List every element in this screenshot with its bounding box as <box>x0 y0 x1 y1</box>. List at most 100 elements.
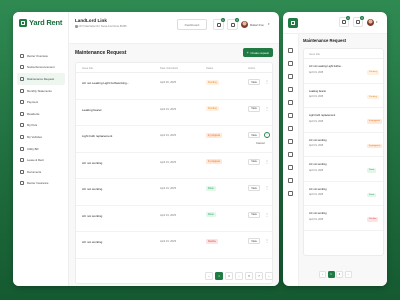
wrench-icon[interactable] <box>288 74 293 79</box>
notification-badge: 1 <box>346 16 350 20</box>
view-button[interactable]: View <box>248 105 260 112</box>
requests-table: Issue title Date Submitted Status Action… <box>75 62 273 284</box>
view-button[interactable]: View <box>248 158 260 165</box>
view-button[interactable]: View <box>248 238 260 244</box>
page-button[interactable]: 1 <box>215 272 223 280</box>
document-icon[interactable] <box>288 165 293 170</box>
calendar-icon[interactable] <box>288 87 293 92</box>
col-issue-title: Issue title <box>82 66 93 70</box>
page-button[interactable]: 1 <box>327 271 335 278</box>
card-icon[interactable] <box>288 100 293 105</box>
folder-icon[interactable] <box>288 178 293 183</box>
dashboard-button[interactable]: Dashboard <box>177 19 207 30</box>
issue-title[interactable]: AC not Leaking Light bulbw... <box>309 65 343 68</box>
sidebar-item-my-vehicles[interactable]: My Vehicles <box>17 131 65 143</box>
page-button[interactable]: 2 <box>225 272 233 280</box>
date-submitted: April 19, 2025 <box>160 240 177 243</box>
issue-title[interactable]: Light bulb replacement <box>82 134 112 138</box>
issue-title[interactable]: AC not working <box>82 161 102 165</box>
more-options-icon[interactable]: ⋮ <box>264 238 270 244</box>
sidebar-item-monthly-statements[interactable]: Monthly Statements <box>17 85 65 97</box>
bell-button[interactable]: 1 <box>213 18 225 30</box>
more-options-icon[interactable]: ⋮ <box>264 212 270 218</box>
date-submitted: April 19, 2025 <box>309 194 324 196</box>
issue-title[interactable]: Leaking faucet <box>309 90 326 93</box>
date-submitted: April 19, 2025 <box>309 71 324 74</box>
issue-title[interactable]: AC not Leaking Light bulbworking... <box>82 81 129 85</box>
page-button[interactable]: › <box>265 272 273 280</box>
sidebar-item-residents[interactable]: Residents <box>17 108 65 120</box>
paw-icon <box>20 123 24 128</box>
brand[interactable]: Yard Rent <box>19 18 62 27</box>
sidebar: Yard Rent Renter Overview Notice/Announce… <box>13 12 69 286</box>
sidebar-item-renter-overview[interactable]: Renter Overview <box>17 50 65 62</box>
building-icon <box>19 18 27 27</box>
table-header: Issue title Date Submitted Status Action <box>76 63 272 73</box>
user-name[interactable]: Robert Fox <box>250 23 264 27</box>
sidebar-item-label: Residents <box>27 111 40 116</box>
bell-icon <box>216 22 221 27</box>
issue-title[interactable]: Leaking faucet <box>82 108 102 112</box>
paw-icon[interactable] <box>288 126 293 131</box>
chevron-down-icon[interactable]: ▾ <box>268 22 270 26</box>
page-button[interactable]: 7 <box>255 272 263 280</box>
more-options-icon[interactable]: ⋮ <box>264 185 270 191</box>
avatar[interactable] <box>241 21 248 28</box>
date-submitted: April 19, 2025 <box>309 169 324 172</box>
tablet-message-button[interactable]: 3 <box>353 16 364 27</box>
issue-title[interactable]: AC not working <box>82 187 102 191</box>
sidebar-item-maintenance-request[interactable]: Maintenance Request <box>17 73 65 85</box>
page-button[interactable]: ‹ <box>319 271 326 278</box>
sidebar-item-label: Lease & Rent <box>27 158 44 163</box>
issue-title[interactable]: Light bulb replacement <box>309 114 335 117</box>
status-badge: Pending <box>206 106 219 111</box>
car-icon[interactable] <box>288 139 293 144</box>
view-button[interactable]: View <box>248 211 260 218</box>
shield-icon[interactable] <box>288 191 293 196</box>
issue-title[interactable]: AC not working <box>309 188 327 191</box>
tablet-bell-button[interactable]: 1 <box>339 16 350 27</box>
view-button[interactable]: View <box>248 132 260 138</box>
sidebar-item-my-pets[interactable]: My Pets <box>17 120 65 132</box>
building-icon[interactable] <box>288 18 298 28</box>
chevron-down-icon[interactable]: ▾ <box>376 20 378 24</box>
message-icon <box>356 20 360 24</box>
page-button[interactable]: › <box>344 271 352 278</box>
address: 2472 Manhattan Rd, Santa Ana Illinois 85… <box>75 25 126 28</box>
sidebar-item-label: Maintenance Request <box>27 76 55 81</box>
page-button[interactable]: ‹ <box>205 272 213 280</box>
sidebar-item-utility-bill[interactable]: Utility Bill <box>17 143 65 155</box>
view-button[interactable]: View <box>248 79 260 85</box>
plus-icon: + <box>246 50 249 55</box>
issue-title[interactable]: AC not working <box>82 214 102 218</box>
more-options-icon[interactable]: ⋮ <box>264 132 270 138</box>
page-button[interactable]: ... <box>235 272 243 280</box>
create-request-button[interactable]: + Create request <box>242 48 273 57</box>
create-request-label: Create request <box>250 50 269 55</box>
more-options-icon[interactable]: ⋮ <box>264 79 270 85</box>
users-icon[interactable] <box>288 113 293 118</box>
status-badge: Pending <box>367 70 380 75</box>
avatar[interactable] <box>367 19 374 26</box>
more-options-icon[interactable]: ⋮ <box>264 159 270 165</box>
issue-title[interactable]: AC not working <box>309 139 327 142</box>
message-button[interactable]: 3 <box>227 18 239 30</box>
cancel-menu-item[interactable]: Cancel <box>254 140 267 146</box>
page-button[interactable]: 2 <box>336 271 343 278</box>
issue-title[interactable]: AC not working <box>309 212 327 215</box>
megaphone-icon[interactable] <box>288 61 293 66</box>
sidebar-item-notice-announcement[interactable]: Notice/Announcement <box>17 62 65 74</box>
sidebar-item-payment[interactable]: Payment <box>17 96 65 108</box>
sidebar-item-documents[interactable]: Documents <box>17 166 65 178</box>
sidebar-item-renter-insurance[interactable]: Renter Insurance <box>17 178 65 190</box>
grid-icon[interactable] <box>288 48 293 53</box>
issue-title[interactable]: AC not working <box>309 163 327 166</box>
issue-title[interactable]: AC not working <box>82 240 102 244</box>
col-status: Status <box>206 66 214 70</box>
more-options-icon[interactable]: ⋮ <box>264 106 270 112</box>
view-button[interactable]: View <box>248 185 260 191</box>
bolt-icon[interactable] <box>288 152 293 157</box>
sidebar-item-lease-rent[interactable]: Lease & Rent <box>17 154 65 166</box>
status-badge: Pending <box>206 79 219 85</box>
page-button[interactable]: 5 <box>245 272 253 280</box>
